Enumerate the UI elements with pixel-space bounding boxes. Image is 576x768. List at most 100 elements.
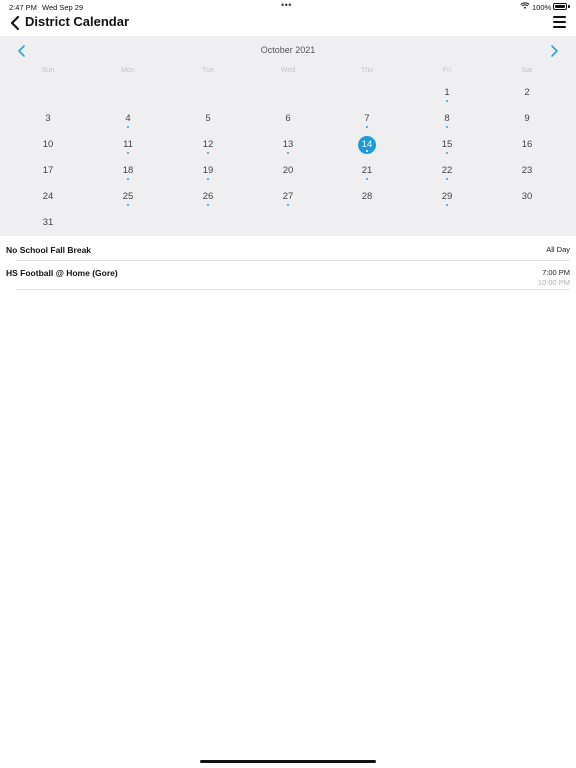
day-number: 1 [444, 87, 450, 98]
event-indicator-dot [127, 178, 129, 180]
calendar-day[interactable]: 14 [355, 133, 379, 157]
event-indicator-dot [287, 204, 289, 206]
month-calendar: October 2021 Sun Mon Tue Wed Thu Fri Sat 12345… [0, 36, 576, 236]
battery-percentage: 100% [532, 3, 552, 12]
day-number: 25 [122, 191, 134, 202]
calendar-day[interactable]: 30 [515, 185, 539, 209]
day-number: 30 [521, 191, 533, 202]
status-time: 2:47 PM [9, 3, 37, 12]
wifi-icon [520, 2, 530, 9]
calendar-day[interactable]: 18 [116, 159, 140, 183]
event-name: HS Football @ Home (Gore) [6, 268, 118, 278]
calendar-day[interactable]: 2 [515, 81, 539, 105]
calendar-day[interactable]: 4 [116, 107, 140, 131]
battery-icon [553, 3, 567, 10]
event-row[interactable]: No School Fall Break All Day [0, 238, 576, 260]
event-indicator-dot [446, 152, 448, 154]
day-number: 15 [441, 139, 453, 150]
calendar-day[interactable]: 13 [276, 133, 300, 157]
calendar-day[interactable]: 23 [515, 159, 539, 183]
calendar-day[interactable]: 10 [36, 133, 60, 157]
calendar-day[interactable]: 28 [355, 185, 379, 209]
calendar-day[interactable]: 29 [435, 185, 459, 209]
weekday-label: Sat [521, 67, 533, 74]
weekday-label: Wed [280, 67, 296, 74]
weekday-label: Fri [442, 67, 452, 74]
event-indicator-dot [127, 204, 129, 206]
weekday-label: Mon [121, 67, 135, 74]
weekday-label: Sun [41, 67, 55, 74]
day-number: 26 [202, 191, 214, 202]
day-number: 7 [364, 113, 370, 124]
day-number: 14 [361, 139, 373, 150]
day-number: 9 [524, 113, 530, 124]
event-indicator-dot [127, 152, 129, 154]
calendar-day[interactable]: 3 [36, 107, 60, 131]
calendar-day[interactable]: 7 [355, 107, 379, 131]
calendar-month-title: October 2021 [260, 45, 316, 55]
day-number: 29 [441, 191, 453, 202]
day-number: 2 [524, 87, 530, 98]
day-number: 31 [42, 217, 54, 228]
calendar-day[interactable]: 1 [435, 81, 459, 105]
event-name: No School Fall Break [6, 245, 92, 255]
day-number: 17 [42, 165, 54, 176]
calendar-day[interactable]: 11 [116, 133, 140, 157]
event-row[interactable]: HS Football @ Home (Gore) 7:00 PM 10:00 PM [0, 261, 576, 289]
event-indicator-dot [446, 100, 448, 102]
calendar-day[interactable]: 19 [196, 159, 220, 183]
event-indicator-dot [207, 204, 209, 206]
day-number: 16 [521, 139, 533, 150]
multitasking-dots[interactable]: ••• [281, 0, 292, 10]
calendar-day[interactable]: 17 [36, 159, 60, 183]
event-separator [16, 289, 570, 290]
chevron-left-icon[interactable] [9, 15, 21, 31]
calendar-day[interactable]: 27 [276, 185, 300, 209]
day-number: 4 [125, 113, 131, 124]
day-number: 11 [123, 139, 133, 150]
calendar-day[interactable]: 31 [36, 211, 60, 235]
event-indicator-dot [446, 178, 448, 180]
navigation-bar: District Calendar [0, 12, 576, 34]
calendar-day[interactable]: 15 [435, 133, 459, 157]
event-indicator-dot [446, 204, 448, 206]
day-number: 21 [361, 165, 373, 176]
calendar-day[interactable]: 9 [515, 107, 539, 131]
event-indicator-dot [127, 126, 129, 128]
weekday-label: Tue [202, 67, 214, 74]
battery-cap [568, 5, 570, 8]
event-indicator-dot [366, 126, 368, 128]
day-number: 24 [42, 191, 54, 202]
day-number: 10 [42, 139, 54, 150]
weekday-label: Thu [360, 67, 374, 74]
day-number: 23 [521, 165, 533, 176]
day-number: 28 [361, 191, 373, 202]
event-time: 7:00 PM [542, 268, 570, 277]
event-indicator-dot [207, 178, 209, 180]
calendar-day[interactable]: 25 [116, 185, 140, 209]
status-date: Wed Sep 29 [42, 3, 84, 12]
calendar-day[interactable]: 6 [276, 107, 300, 131]
calendar-day[interactable]: 5 [196, 107, 220, 131]
calendar-day[interactable]: 20 [276, 159, 300, 183]
calendar-day[interactable]: 24 [36, 185, 60, 209]
event-indicator-dot [207, 152, 209, 154]
hamburger-menu-icon[interactable] [553, 16, 566, 28]
day-number: 6 [285, 113, 291, 124]
event-indicator-dot [366, 178, 368, 180]
day-number: 13 [282, 139, 294, 150]
day-number: 19 [202, 165, 214, 176]
day-number: 8 [444, 113, 450, 124]
calendar-day[interactable]: 26 [196, 185, 220, 209]
next-month-icon[interactable] [548, 44, 560, 58]
event-end-time: 10:00 PM [537, 278, 570, 287]
calendar-day[interactable]: 8 [435, 107, 459, 131]
event-indicator-dot [287, 152, 289, 154]
calendar-day[interactable]: 12 [196, 133, 220, 157]
day-number: 20 [282, 165, 294, 176]
calendar-day[interactable]: 22 [435, 159, 459, 183]
calendar-day[interactable]: 16 [515, 133, 539, 157]
home-indicator [200, 760, 376, 763]
calendar-day[interactable]: 21 [355, 159, 379, 183]
day-number: 5 [205, 113, 211, 124]
